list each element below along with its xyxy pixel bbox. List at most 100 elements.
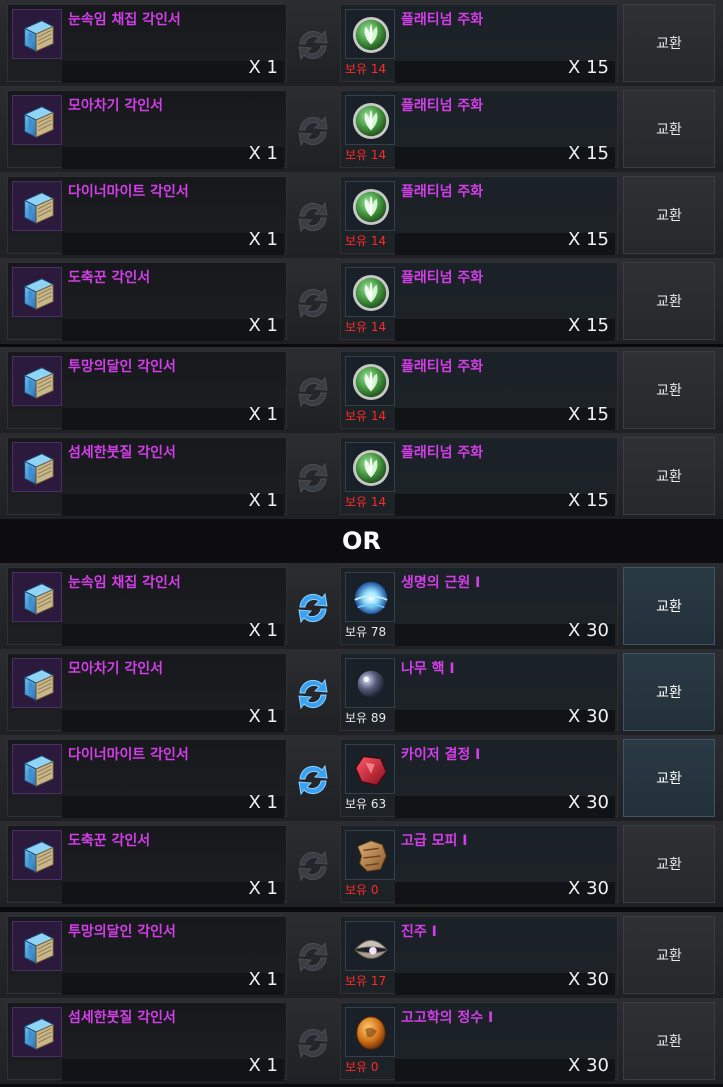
get-item-panel[interactable]: 플래티넘 주화 보유 14 X 15 (340, 4, 618, 83)
get-item-slot (345, 181, 395, 231)
give-item-quantity: X 1 (248, 57, 278, 78)
exchange-button[interactable]: 교환 (623, 262, 715, 340)
exchange-button[interactable]: 교환 (623, 437, 715, 515)
or-label: OR (342, 527, 381, 555)
give-item-quantity: X 1 (248, 706, 278, 727)
get-item-slot (345, 356, 395, 406)
exchange-arrow-icon (292, 845, 334, 887)
exchange-button[interactable]: 교환 (623, 351, 715, 429)
exchange-arrow-icon (292, 1022, 334, 1064)
give-item-panel[interactable]: 눈속임 채집 각인서 X 1 (7, 4, 287, 83)
get-item-quantity: X 30 (568, 792, 609, 813)
give-item-panel[interactable]: 도축꾼 각인서 X 1 (7, 262, 287, 341)
give-item-name: 도축꾼 각인서 (68, 833, 151, 849)
get-item-quantity: X 15 (568, 229, 609, 250)
get-item-slot (345, 9, 395, 59)
get-item-panel[interactable]: 플래티넘 주화 보유 14 X 15 (340, 262, 618, 341)
give-item-quantity: X 1 (248, 620, 278, 641)
get-item-slot (345, 1007, 395, 1057)
get-item-panel[interactable]: 플래티넘 주화 보유 14 X 15 (340, 351, 618, 430)
owned-count: 보유 17 (345, 974, 387, 988)
give-item-slot (12, 181, 62, 231)
get-item-panel[interactable]: 진주 Ⅰ 보유 17 X 30 (340, 916, 618, 995)
get-item-panel[interactable]: 카이저 결정 Ⅰ 보유 63 X 30 (340, 739, 618, 818)
exchange-arrow-icon (292, 196, 334, 238)
exchange-button[interactable]: 교환 (623, 653, 715, 731)
exchange-row: 투망의달인 각인서 X 1 진주 Ⅰ 보유 17 X 30 교환 (0, 912, 723, 998)
exchange-row: 다이너마이트 각인서 X 1 플래티넘 주화 보유 14 X 15 교환 (0, 172, 723, 258)
get-item-panel[interactable]: 고급 모피 Ⅰ 보유 0 X 30 (340, 825, 618, 904)
get-item-slot (345, 830, 395, 880)
give-item-panel[interactable]: 다이너마이트 각인서 X 1 (7, 176, 287, 255)
get-item-panel[interactable]: 생명의 근원 Ⅰ 보유 78 X 30 (340, 567, 618, 646)
get-item-quantity: X 15 (568, 57, 609, 78)
get-item-name: 플래티넘 주화 (401, 445, 484, 461)
give-item-panel[interactable]: 다이너마이트 각인서 X 1 (7, 739, 287, 818)
get-item-panel[interactable]: 고고학의 정수 Ⅰ 보유 0 X 30 (340, 1002, 618, 1081)
get-item-slot (345, 95, 395, 145)
give-item-quantity: X 1 (248, 1055, 278, 1076)
exchange-row: 섬세한붓질 각인서 X 1 고고학의 정수 Ⅰ 보유 0 X 30 교환 (0, 998, 723, 1084)
exchange-arrow-icon (292, 110, 334, 152)
get-item-slot (345, 267, 395, 317)
get-item-quantity: X 15 (568, 143, 609, 164)
exchange-arrow-icon (292, 371, 334, 413)
get-item-name: 고고학의 정수 Ⅰ (401, 1010, 494, 1026)
owned-count: 보유 14 (345, 320, 387, 334)
get-item-slot (345, 921, 395, 971)
owned-count: 보유 14 (345, 234, 387, 248)
exchange-button[interactable]: 교환 (623, 567, 715, 645)
give-item-panel[interactable]: 모아차기 각인서 X 1 (7, 90, 287, 169)
get-item-panel[interactable]: 나무 핵 Ⅰ 보유 89 X 30 (340, 653, 618, 732)
give-item-panel[interactable]: 섬세한붓질 각인서 X 1 (7, 1002, 287, 1081)
give-item-quantity: X 1 (248, 792, 278, 813)
give-item-slot (12, 572, 62, 622)
give-item-name: 눈속임 채집 각인서 (68, 12, 181, 28)
get-item-slot (345, 442, 395, 492)
exchange-arrow-icon (292, 936, 334, 978)
exchange-arrow-icon (292, 587, 334, 629)
get-item-name: 플래티넘 주화 (401, 270, 484, 286)
give-item-panel[interactable]: 모아차기 각인서 X 1 (7, 653, 287, 732)
exchange-row: 다이너마이트 각인서 X 1 카이저 결정 Ⅰ 보유 63 X 30 교환 (0, 735, 723, 821)
get-item-quantity: X 30 (568, 878, 609, 899)
get-item-slot (345, 658, 395, 708)
owned-count: 보유 14 (345, 409, 387, 423)
exchange-row: 도축꾼 각인서 X 1 고급 모피 Ⅰ 보유 0 X 30 교환 (0, 821, 723, 907)
exchange-button[interactable]: 교환 (623, 90, 715, 168)
get-item-panel[interactable]: 플래티넘 주화 보유 14 X 15 (340, 437, 618, 516)
get-item-panel[interactable]: 플래티넘 주화 보유 14 X 15 (340, 90, 618, 169)
give-item-panel[interactable]: 투망의달인 각인서 X 1 (7, 916, 287, 995)
exchange-arrow-icon (292, 282, 334, 324)
exchange-button[interactable]: 교환 (623, 4, 715, 82)
exchange-button[interactable]: 교환 (623, 739, 715, 817)
give-item-name: 눈속임 채집 각인서 (68, 575, 181, 591)
owned-count: 보유 0 (345, 883, 379, 897)
exchange-arrow-icon (292, 24, 334, 66)
give-item-panel[interactable]: 눈속임 채집 각인서 X 1 (7, 567, 287, 646)
owned-count: 보유 78 (345, 625, 387, 639)
exchange-arrow-icon (292, 759, 334, 801)
give-item-slot (12, 356, 62, 406)
get-item-panel[interactable]: 플래티넘 주화 보유 14 X 15 (340, 176, 618, 255)
give-item-name: 투망의달인 각인서 (68, 359, 176, 375)
exchange-arrow-icon (292, 673, 334, 715)
owned-count: 보유 14 (345, 148, 387, 162)
exchange-row: 섬세한붓질 각인서 X 1 플래티넘 주화 보유 14 X 15 교환 (0, 433, 723, 519)
exchange-button[interactable]: 교환 (623, 176, 715, 254)
exchange-button[interactable]: 교환 (623, 916, 715, 994)
exchange-row: 눈속임 채집 각인서 X 1 생명의 근원 Ⅰ 보유 78 X 30 교환 (0, 563, 723, 649)
give-item-slot (12, 658, 62, 708)
give-item-name: 섬세한붓질 각인서 (68, 1010, 176, 1026)
give-item-panel[interactable]: 투망의달인 각인서 X 1 (7, 351, 287, 430)
exchange-row: 모아차기 각인서 X 1 나무 핵 Ⅰ 보유 89 X 30 교환 (0, 649, 723, 735)
exchange-button[interactable]: 교환 (623, 1002, 715, 1080)
give-item-panel[interactable]: 섬세한붓질 각인서 X 1 (7, 437, 287, 516)
give-item-name: 섬세한붓질 각인서 (68, 445, 176, 461)
exchange-arrow-icon (292, 457, 334, 499)
give-item-panel[interactable]: 도축꾼 각인서 X 1 (7, 825, 287, 904)
exchange-row: 투망의달인 각인서 X 1 플래티넘 주화 보유 14 X 15 교환 (0, 347, 723, 433)
exchange-button[interactable]: 교환 (623, 825, 715, 903)
get-item-name: 나무 핵 Ⅰ (401, 661, 455, 677)
give-item-slot (12, 921, 62, 971)
